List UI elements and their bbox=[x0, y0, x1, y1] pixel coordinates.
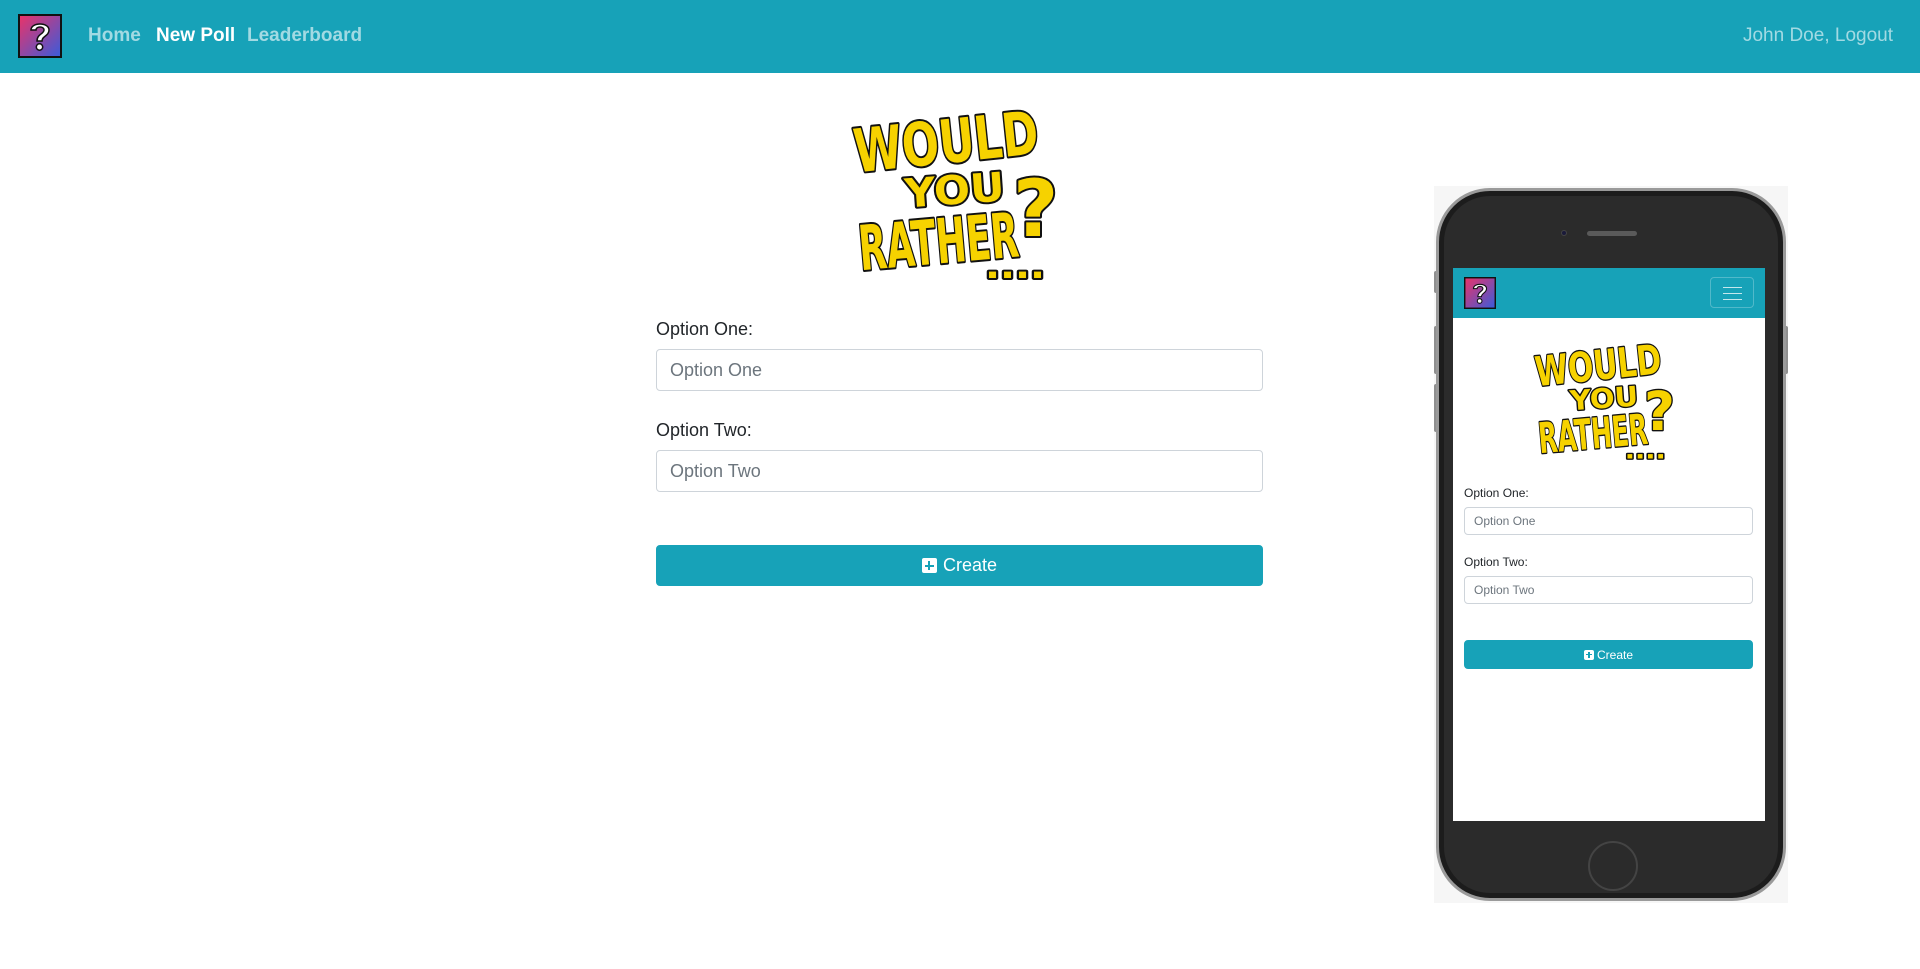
svg-text:?: ? bbox=[1013, 165, 1058, 255]
option-one-label: Option One: bbox=[656, 319, 754, 339]
phone-speaker bbox=[1587, 231, 1637, 236]
nav-link-new-poll[interactable]: New Poll bbox=[156, 25, 235, 47]
mobile-option-two-input[interactable] bbox=[1464, 576, 1753, 604]
svg-text:....: .... bbox=[1625, 438, 1666, 464]
mobile-option-two-label: Option Two: bbox=[1464, 555, 1528, 569]
option-two-input[interactable] bbox=[656, 450, 1263, 492]
mobile-option-one-input[interactable] bbox=[1464, 507, 1753, 535]
option-one-input[interactable] bbox=[656, 349, 1263, 391]
top-navbar: Home New Poll Leaderboard John Doe, Logo… bbox=[0, 0, 1920, 73]
mobile-preview-screen: WOULD YOU RATHER ? .... Option One: Opti… bbox=[1453, 268, 1765, 821]
question-mark-logo-icon[interactable] bbox=[1464, 277, 1496, 309]
would-you-rather-logo: WOULD YOU RATHER ? .... bbox=[848, 96, 1060, 286]
mobile-create-button-label: Create bbox=[1596, 647, 1634, 662]
nav-link-leaderboard[interactable]: Leaderboard bbox=[247, 25, 362, 47]
plus-square-icon bbox=[921, 558, 937, 573]
question-mark-logo-icon[interactable] bbox=[18, 14, 62, 58]
phone-home-button bbox=[1588, 841, 1638, 891]
svg-text:?: ? bbox=[1644, 380, 1675, 443]
mobile-create-button[interactable]: Create bbox=[1464, 640, 1753, 669]
nav-link-home[interactable]: Home bbox=[88, 25, 141, 47]
create-button-label: Create bbox=[942, 555, 998, 575]
plus-square-icon bbox=[1583, 649, 1594, 660]
svg-text:....: .... bbox=[985, 247, 1045, 286]
mobile-option-one-label: Option One: bbox=[1464, 486, 1529, 500]
option-two-label: Option Two: bbox=[656, 420, 752, 440]
would-you-rather-logo: WOULD YOU RATHER ? .... bbox=[1531, 334, 1676, 464]
mobile-navbar bbox=[1453, 268, 1765, 318]
create-button[interactable]: Create bbox=[656, 545, 1263, 586]
hamburger-menu-icon[interactable] bbox=[1710, 277, 1754, 308]
user-logout-link[interactable]: John Doe, Logout bbox=[1743, 25, 1893, 47]
phone-camera bbox=[1561, 230, 1567, 236]
